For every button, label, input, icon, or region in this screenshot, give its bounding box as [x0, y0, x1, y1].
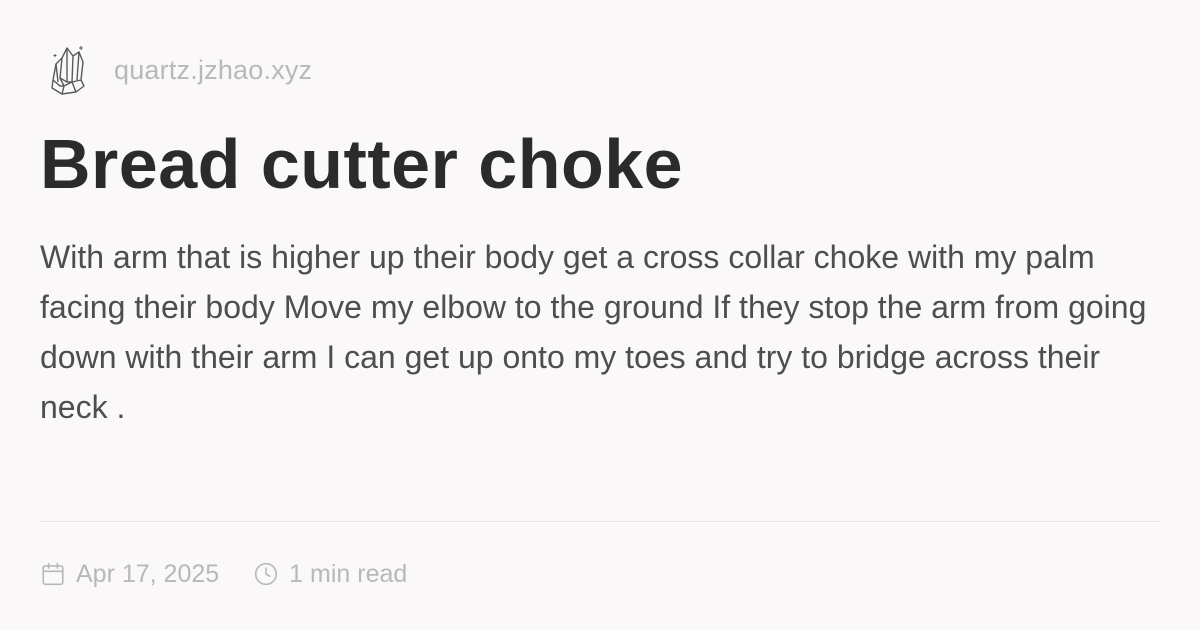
- quartz-crystal-icon: [51, 46, 85, 95]
- calendar-icon: [42, 562, 64, 586]
- publish-date: Apr 17, 2025: [76, 559, 220, 588]
- clock-icon: [255, 562, 278, 586]
- read-time-item: 1 min read: [253, 560, 407, 589]
- divider: [40, 521, 1160, 522]
- date-item: Apr 17, 2025: [40, 560, 219, 589]
- read-time: 1 min read: [289, 559, 408, 588]
- site-domain[interactable]: quartz.jzhao.xyz: [114, 55, 312, 86]
- page-title: Bread cutter choke: [40, 125, 684, 203]
- article-body: With arm that is higher up their body ge…: [40, 239, 1147, 425]
- article-meta: Apr 17, 2025 1 min read: [40, 556, 407, 592]
- site-header: quartz.jzhao.xyz: [48, 42, 312, 98]
